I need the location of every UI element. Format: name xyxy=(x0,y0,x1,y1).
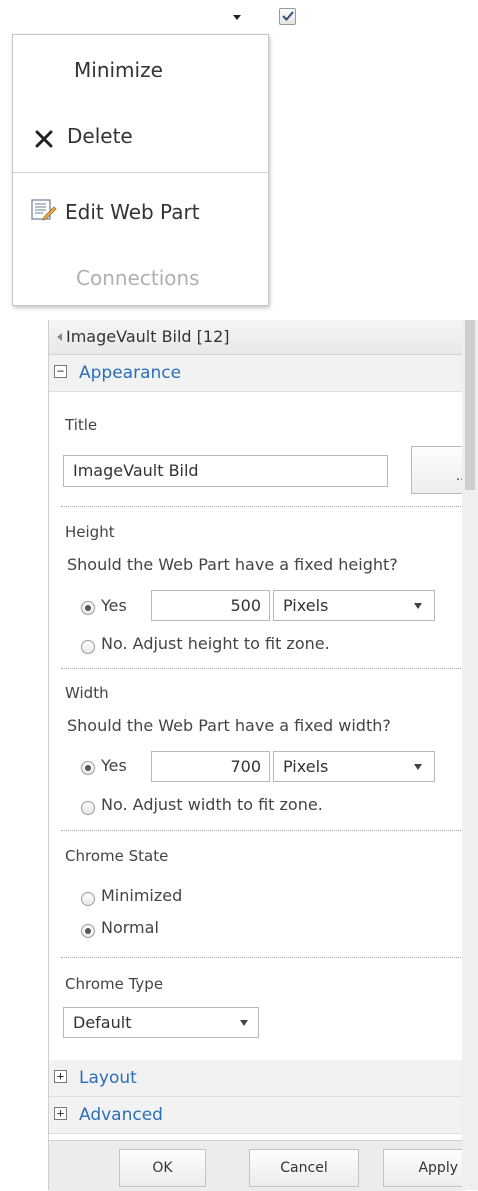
chevron-down-icon xyxy=(414,603,422,609)
expand-plus-icon[interactable]: + xyxy=(54,1070,67,1083)
checkmark-icon xyxy=(282,11,294,21)
height-no-label: No. Adjust height to fit zone. xyxy=(101,634,330,653)
chrome-type-value: Default xyxy=(73,1013,132,1032)
menu-item-edit-web-part[interactable]: Edit Web Part xyxy=(13,187,268,235)
height-label: Height xyxy=(65,523,115,541)
divider xyxy=(61,668,465,669)
appearance-section-label: Appearance xyxy=(79,363,182,383)
layout-section-label: Layout xyxy=(79,1068,137,1088)
web-part-menu-chevron-down-icon[interactable] xyxy=(233,15,241,20)
menu-item-minimize[interactable]: Minimize xyxy=(13,45,268,93)
title-label: Title xyxy=(65,416,98,434)
delete-x-icon xyxy=(35,130,53,148)
menu-item-minimize-label: Minimize xyxy=(74,58,163,82)
apply-button[interactable]: Apply xyxy=(383,1149,465,1187)
edit-web-part-icon xyxy=(31,199,57,221)
menu-item-edit-web-part-label: Edit Web Part xyxy=(65,200,200,224)
width-yes-radio[interactable] xyxy=(81,761,95,775)
chrome-state-minimized-label: Minimized xyxy=(101,886,183,905)
width-no-radio[interactable] xyxy=(81,801,95,815)
menu-item-connections: Connections xyxy=(13,255,268,303)
divider xyxy=(61,506,465,507)
tool-pane-scrollbar[interactable] xyxy=(462,320,478,1190)
tool-pane-footer: OK Cancel Apply xyxy=(49,1140,465,1191)
height-unit-select[interactable]: Pixels xyxy=(273,590,435,621)
cancel-button[interactable]: Cancel xyxy=(249,1149,359,1187)
chrome-type-label: Chrome Type xyxy=(65,975,164,993)
height-yes-label: Yes xyxy=(101,596,127,615)
menu-item-delete[interactable]: Delete xyxy=(13,113,268,161)
chrome-type-select[interactable]: Default xyxy=(63,1007,259,1038)
width-value: 700 xyxy=(230,757,261,776)
chevron-down-icon xyxy=(240,1020,248,1026)
height-yes-radio[interactable] xyxy=(81,601,95,615)
menu-item-delete-label: Delete xyxy=(67,124,133,148)
chrome-state-minimized-radio[interactable] xyxy=(81,892,95,906)
height-value: 500 xyxy=(230,596,261,615)
appearance-section-header[interactable]: − Appearance xyxy=(49,355,465,392)
ok-button[interactable]: OK xyxy=(119,1149,206,1187)
width-no-label: No. Adjust width to fit zone. xyxy=(101,795,323,814)
height-no-radio[interactable] xyxy=(81,640,95,654)
web-part-context-menu: Minimize Delete Edit Web Part Connection… xyxy=(12,34,269,306)
advanced-section-header[interactable]: + Advanced xyxy=(49,1097,465,1134)
width-unit-select[interactable]: Pixels xyxy=(273,751,435,782)
chrome-state-normal-radio[interactable] xyxy=(81,924,95,938)
height-question: Should the Web Part have a fixed height? xyxy=(67,555,398,574)
width-question: Should the Web Part have a fixed width? xyxy=(67,716,391,735)
layout-section-header[interactable]: + Layout xyxy=(49,1060,465,1097)
expand-plus-icon[interactable]: + xyxy=(54,1107,67,1120)
tool-pane-title: ImageVault Bild [12] xyxy=(66,327,230,346)
height-unit-value: Pixels xyxy=(283,596,329,615)
chrome-state-normal-label: Normal xyxy=(101,918,159,937)
menu-item-connections-label: Connections xyxy=(76,266,200,290)
advanced-section-label: Advanced xyxy=(79,1105,163,1125)
chevron-down-icon xyxy=(414,764,422,770)
collapse-minus-icon[interactable]: − xyxy=(54,365,67,378)
divider xyxy=(61,830,465,831)
collapse-pane-arrow-icon[interactable] xyxy=(57,333,62,341)
chrome-state-label: Chrome State xyxy=(65,847,169,865)
tool-pane-header: ImageVault Bild [12] xyxy=(49,320,465,355)
web-part-tool-pane: ImageVault Bild [12] − Appearance Title … xyxy=(48,320,471,1191)
web-part-select-checkbox[interactable] xyxy=(279,8,296,25)
title-input[interactable]: ImageVault Bild xyxy=(63,455,388,487)
title-input-value: ImageVault Bild xyxy=(73,461,199,480)
width-value-input[interactable]: 700 xyxy=(151,751,270,782)
height-value-input[interactable]: 500 xyxy=(151,590,270,621)
width-yes-label: Yes xyxy=(101,756,127,775)
width-unit-value: Pixels xyxy=(283,757,329,776)
scrollbar-thumb[interactable] xyxy=(465,320,475,490)
divider xyxy=(61,957,465,958)
menu-separator xyxy=(13,172,268,173)
width-label: Width xyxy=(65,684,109,702)
